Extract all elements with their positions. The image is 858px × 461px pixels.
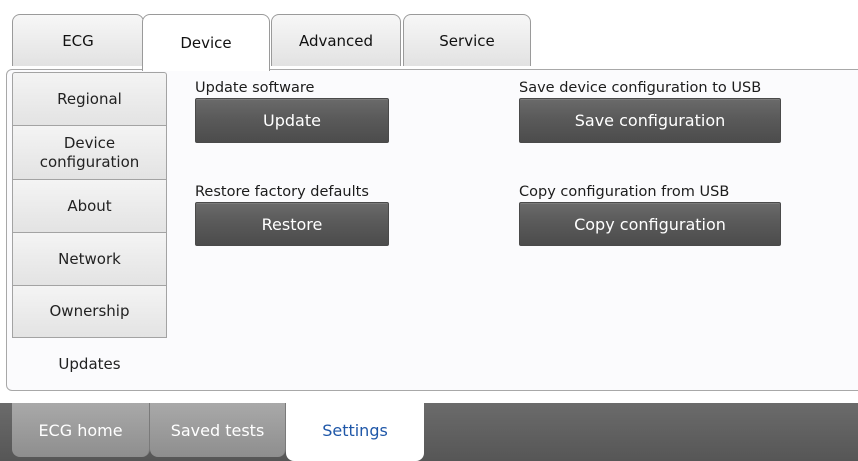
update-software-label: Update software	[195, 80, 315, 96]
sidebar-item-about[interactable]: About	[12, 179, 167, 232]
sidebar-item-network[interactable]: Network	[12, 232, 167, 285]
nav-ecg-home[interactable]: ECG home	[12, 403, 150, 457]
tab-advanced[interactable]: Advanced	[271, 14, 401, 66]
update-button[interactable]: Update	[195, 98, 389, 143]
sidebar-item-device-configuration[interactable]: Device configuration	[12, 125, 167, 179]
save-configuration-button[interactable]: Save configuration	[519, 98, 781, 143]
top-tab-bar: ECG Device Advanced Service	[0, 0, 858, 71]
sidebar-item-updates[interactable]: Updates	[12, 339, 167, 389]
save-configuration-label: Save device configuration to USB	[519, 80, 762, 96]
copy-configuration-button[interactable]: Copy configuration	[519, 202, 781, 246]
tab-service[interactable]: Service	[403, 14, 531, 66]
restore-defaults-label: Restore factory defaults	[195, 184, 369, 200]
restore-button[interactable]: Restore	[195, 202, 389, 246]
tab-device[interactable]: Device	[142, 14, 270, 71]
sidebar-item-regional[interactable]: Regional	[12, 72, 167, 125]
nav-saved-tests[interactable]: Saved tests	[150, 403, 286, 457]
tab-ecg[interactable]: ECG	[12, 14, 144, 66]
copy-configuration-label: Copy configuration from USB	[519, 184, 730, 200]
sidebar-item-ownership[interactable]: Ownership	[12, 285, 167, 338]
nav-settings[interactable]: Settings	[286, 400, 424, 461]
